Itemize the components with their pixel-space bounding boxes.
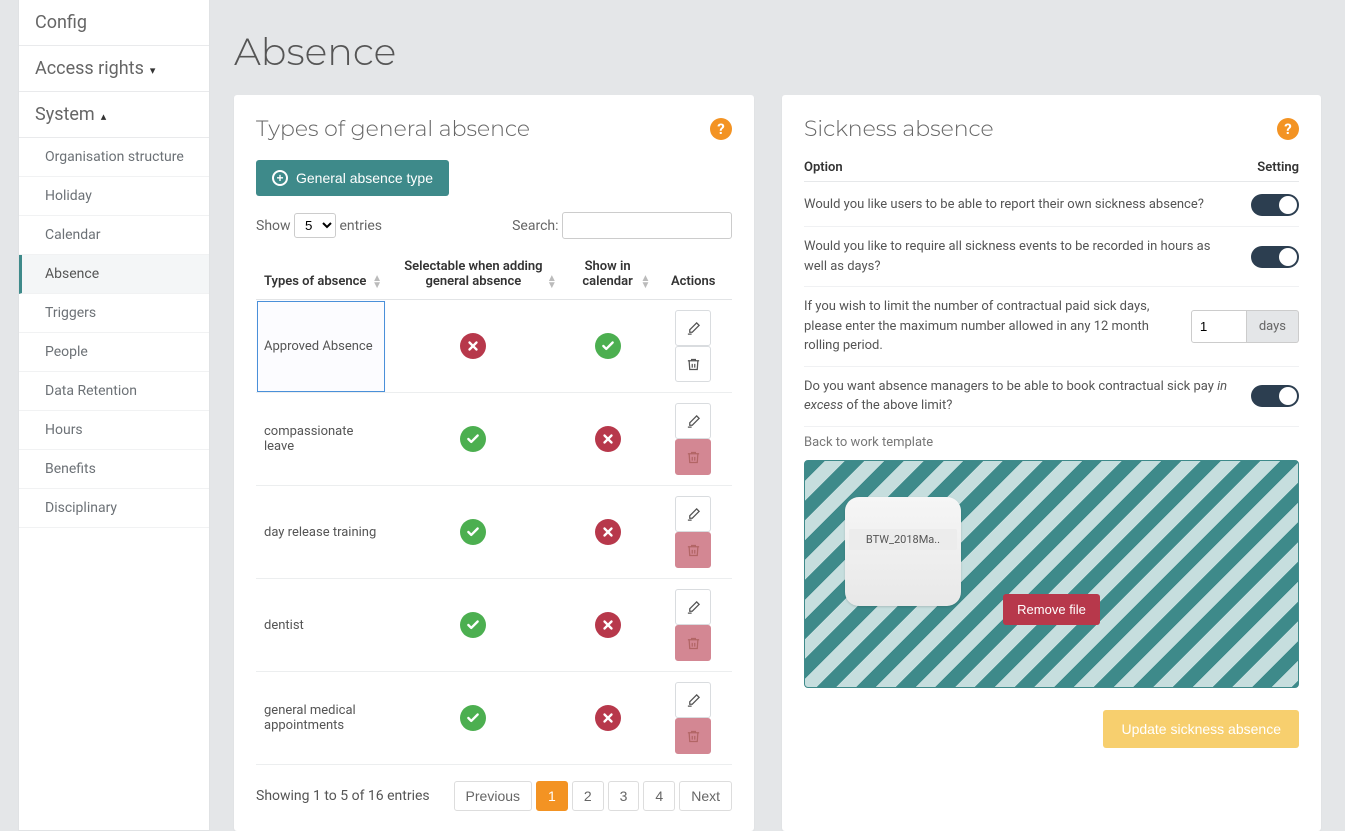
days-unit-label: days [1247,310,1299,343]
sidebar-item-holiday[interactable]: Holiday [19,177,209,216]
setting-column-header: Setting [1257,160,1299,175]
check-icon [460,612,486,638]
pager-previous[interactable]: Previous [454,781,532,811]
pager-page-4[interactable]: 4 [643,781,675,811]
pagination: Previous1234Next [454,781,732,811]
check-icon [460,426,486,452]
max-sick-days-input-group: days [1191,310,1299,343]
option-record-hours-label: Would you like to require all sickness e… [804,237,1235,276]
uploaded-file-name: BTW_2018Ma.. [849,529,957,550]
add-general-absence-type-button[interactable]: + General absence type [256,160,449,196]
delete-button [675,625,711,661]
pager-page-2[interactable]: 2 [572,781,604,811]
option-column-header: Option [804,160,843,175]
help-icon[interactable]: ? [1277,118,1299,140]
col-types[interactable]: Types of absence▲▼ [256,249,386,300]
search-control: Search: [512,212,732,239]
types-of-absence-panel: Types of general absence ? + General abs… [234,95,754,831]
sidebar-item-hours[interactable]: Hours [19,411,209,450]
col-selectable[interactable]: Selectable when adding general absence▲▼ [386,249,561,300]
cross-icon [595,705,621,731]
delete-button [675,439,711,475]
table-row: general medical appointments [256,672,732,765]
cross-icon [595,519,621,545]
toggle-self-report[interactable] [1251,194,1299,216]
table-info: Showing 1 to 5 of 16 entries [256,788,430,804]
absence-type-name[interactable]: day release training [256,486,386,579]
sidebar-item-people[interactable]: People [19,333,209,372]
col-actions: Actions [654,249,732,300]
option-self-report-label: Would you like users to be able to repor… [804,195,1235,215]
help-icon[interactable]: ? [710,118,732,140]
absence-type-name[interactable]: Approved Absence [256,300,386,393]
option-excess-booking-label: Do you want absence managers to be able … [804,377,1235,416]
edit-button[interactable] [675,403,711,439]
back-to-work-template-label: Back to work template [804,435,1299,450]
absence-type-name[interactable]: dentist [256,579,386,672]
remove-file-button[interactable]: Remove file [1003,594,1100,625]
delete-button [675,718,711,754]
check-icon [595,333,621,359]
sidebar-item-disciplinary[interactable]: Disciplinary [19,489,209,528]
sidebar-item-data-retention[interactable]: Data Retention [19,372,209,411]
page-title: Absence [234,28,1321,75]
sidebar-item-triggers[interactable]: Triggers [19,294,209,333]
file-dropzone[interactable]: BTW_2018Ma.. Remove file [804,460,1299,688]
col-show-calendar[interactable]: Show in calendar▲▼ [561,249,655,300]
entries-label: entries [340,218,383,234]
show-entries-control: Show 5 entries [256,213,382,238]
edit-button[interactable] [675,589,711,625]
option-max-sick-days-label: If you wish to limit the number of contr… [804,297,1175,356]
edit-button[interactable] [675,496,711,532]
cross-icon [460,333,486,359]
max-sick-days-input[interactable] [1191,310,1247,343]
check-icon [460,705,486,731]
sidebar-item-calendar[interactable]: Calendar [19,216,209,255]
sickness-absence-panel: Sickness absence ? Option Setting Would … [782,95,1321,831]
update-sickness-absence-button[interactable]: Update sickness absence [1103,710,1299,748]
sidebar-section-config[interactable]: Config [19,0,209,46]
plus-circle-icon: + [272,170,288,186]
toggle-excess-booking[interactable] [1251,385,1299,407]
absence-type-name[interactable]: general medical appointments [256,672,386,765]
edit-button[interactable] [675,310,711,346]
add-button-label: General absence type [296,170,433,186]
sidebar-section-access-rights[interactable]: Access rights [19,46,209,92]
check-icon [460,519,486,545]
sidebar-system-list: Organisation structureHolidayCalendarAbs… [19,138,209,528]
cross-icon [595,612,621,638]
delete-button [675,532,711,568]
table-row: compassionate leave [256,393,732,486]
page-length-select[interactable]: 5 [294,213,336,238]
pager-next[interactable]: Next [679,781,732,811]
sidebar-section-system[interactable]: System [19,92,209,138]
pager-page-3[interactable]: 3 [608,781,640,811]
sidebar-item-benefits[interactable]: Benefits [19,450,209,489]
show-label: Show [256,218,291,234]
edit-button[interactable] [675,682,711,718]
cross-icon [595,426,621,452]
search-label: Search: [512,218,558,234]
sidebar: Config Access rights System Organisation… [18,0,210,831]
table-row: dentist [256,579,732,672]
uploaded-file-card[interactable]: BTW_2018Ma.. [845,497,961,606]
absence-type-name[interactable]: compassionate leave [256,393,386,486]
delete-button[interactable] [675,346,711,382]
sickness-panel-title: Sickness absence [804,115,994,142]
main-content: Absence Types of general absence ? + Gen… [234,0,1345,831]
table-row: day release training [256,486,732,579]
types-panel-title: Types of general absence [256,115,530,142]
sidebar-item-organisation-structure[interactable]: Organisation structure [19,138,209,177]
toggle-record-hours[interactable] [1251,246,1299,268]
table-row: Approved Absence [256,300,732,393]
absence-types-table: Types of absence▲▼ Selectable when addin… [256,249,732,765]
search-input[interactable] [562,212,732,239]
pager-page-1[interactable]: 1 [536,781,568,811]
sidebar-item-absence[interactable]: Absence [19,255,209,294]
